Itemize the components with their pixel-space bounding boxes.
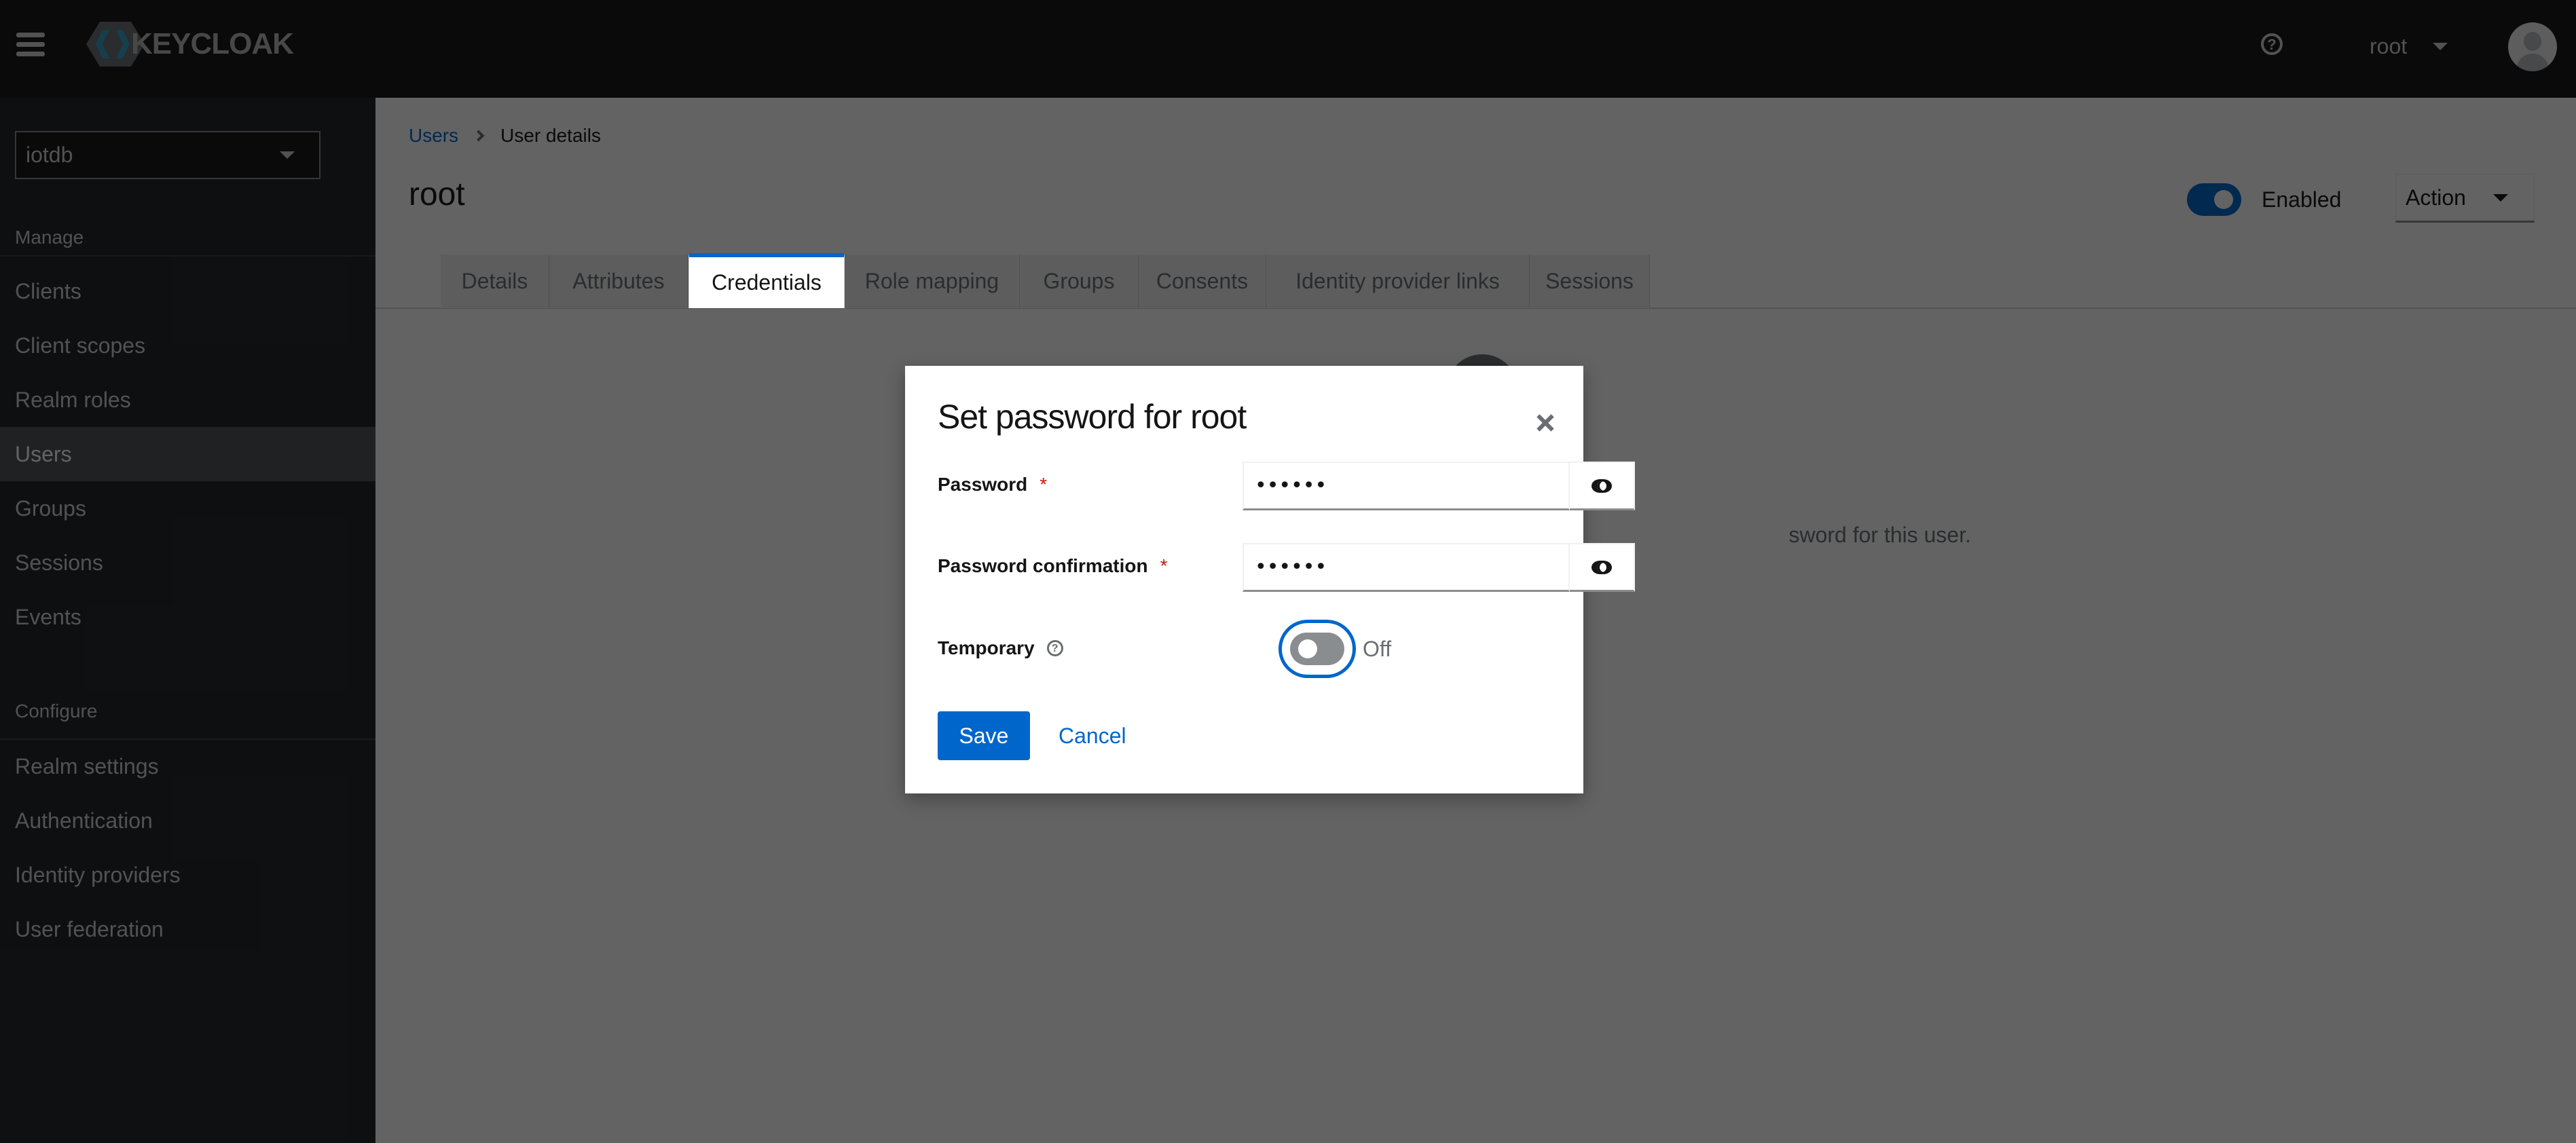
password-confirmation-label: Password confirmation *	[938, 555, 1168, 577]
eye-icon	[1591, 479, 1613, 493]
temporary-state-label: Off	[1363, 636, 1392, 661]
temporary-toggle[interactable]: Off	[1278, 620, 1391, 678]
temporary-label: Temporary ?	[938, 637, 1063, 659]
save-button[interactable]: Save	[938, 711, 1030, 760]
modal-title: Set password for root	[938, 398, 1247, 436]
password-label-text: Password	[938, 474, 1028, 495]
toggle-focus-ring	[1278, 620, 1356, 678]
cancel-button[interactable]: Cancel	[1049, 711, 1136, 760]
password-field-group	[1243, 462, 1635, 510]
show-password-confirmation-button[interactable]	[1570, 543, 1635, 592]
required-mark: *	[1039, 474, 1048, 495]
password-confirmation-input[interactable]	[1243, 543, 1570, 592]
eye-icon	[1591, 560, 1613, 574]
tab-credentials[interactable]: Credentials	[688, 253, 845, 308]
password-confirmation-field-group	[1243, 543, 1635, 592]
temporary-label-text: Temporary	[938, 637, 1035, 658]
close-icon[interactable]	[1533, 411, 1556, 434]
show-password-button[interactable]	[1570, 462, 1635, 510]
password-confirmation-label-text: Password confirmation	[938, 555, 1148, 576]
set-password-modal: Set password for root Password * Passwor…	[905, 366, 1635, 793]
help-icon[interactable]: ?	[1046, 640, 1063, 656]
toggle-switch-off[interactable]	[1290, 633, 1344, 665]
required-mark: *	[1160, 555, 1168, 576]
password-input[interactable]	[1243, 462, 1570, 510]
password-label: Password *	[938, 474, 1047, 495]
